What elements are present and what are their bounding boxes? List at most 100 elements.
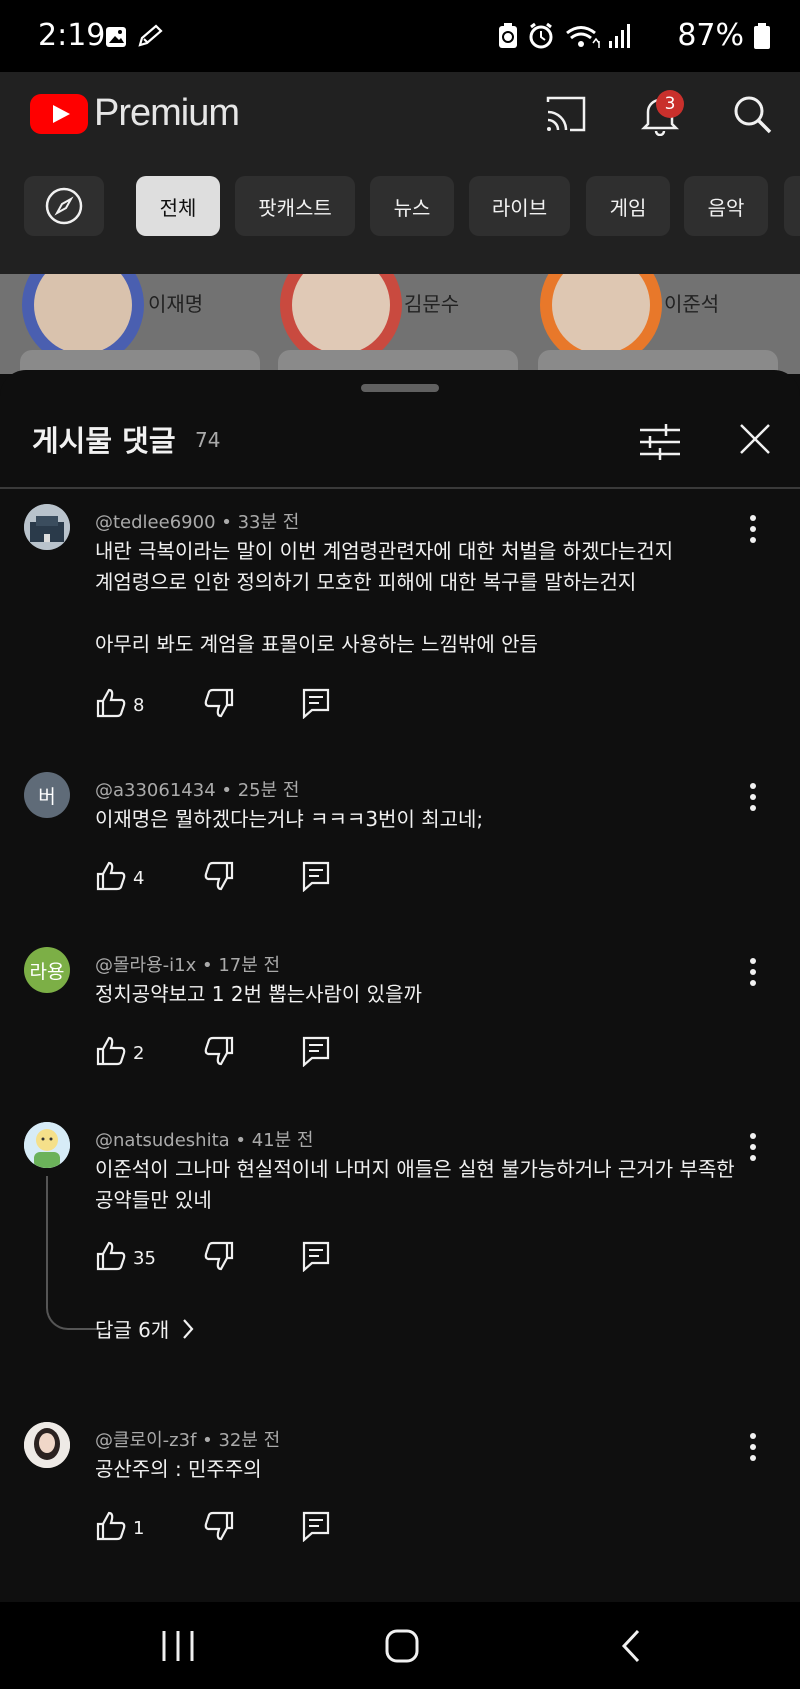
comments-sheet: 게시물 댓글 74 @tedlee6900 • 33분 전 내란 극복이라는 말… [0,370,800,1602]
more-vert-icon[interactable] [745,1130,761,1164]
avatar[interactable]: 버 [24,772,70,818]
signal-icon [609,23,631,48]
more-vert-icon[interactable] [745,1430,761,1464]
pen-icon [138,24,163,47]
chip-music[interactable]: 음악 [684,176,768,236]
comment-text: 이재명은 뭘하겠다는거냐 ㅋㅋㅋ3번이 최고네; [95,807,484,831]
filter-icon[interactable] [638,422,682,462]
like-count: 4 [133,868,145,889]
comment-author[interactable]: @클로이-z3f [95,1430,196,1451]
notification-badge: 3 [656,90,684,118]
compass-icon [45,187,83,225]
comment-text: 공산주의 : 민주주의 [95,1457,262,1481]
comment-meta: @클로이-z3f • 32분 전 [95,1430,281,1451]
comment-actions: 8 [95,687,395,727]
view-replies-button[interactable]: 답글 6개 [95,1314,195,1343]
avatar[interactable]: 라용 [24,947,70,993]
thread-line [46,1176,98,1330]
drag-handle[interactable] [361,384,439,392]
status-right: 87% [497,18,770,53]
thumbs-down-icon[interactable] [203,1510,235,1542]
avatar[interactable] [24,504,70,550]
comment-meta: @tedlee6900 • 33분 전 [95,512,300,533]
chip-podcast[interactable]: 팟캐스트 [235,176,355,236]
thumbs-up-icon[interactable] [95,1510,127,1542]
category-chips: 전체 팟캐스트 뉴스 라이브 게임 음악 [0,162,800,274]
background-post-peek: 이재명 김문수 이준석 [0,274,800,374]
reply-icon[interactable] [300,1035,332,1067]
comment-meta: @natsudeshita • 41분 전 [95,1130,314,1151]
comment-text: 이준석이 그나마 현실적이네 나머지 애들은 실현 불가능하거나 근거가 부족한… [95,1157,735,1212]
header-divider [0,487,800,489]
comment-time: 32분 전 [218,1430,281,1451]
candidate-name: 이준석 [664,292,720,316]
comment-author[interactable]: @a33061434 [95,780,216,801]
comment-author[interactable]: @몰라용-i1x [95,955,196,976]
chip-news[interactable]: 뉴스 [370,176,454,236]
chip-game[interactable]: 게임 [586,176,670,236]
recents-icon[interactable] [160,1628,196,1664]
replies-label: 답글 6개 [95,1318,170,1342]
comment-actions: 1 [95,1510,395,1550]
comment-actions: 2 [95,1035,395,1075]
thumbs-up-icon[interactable] [95,687,127,719]
status-left-icons [100,24,170,54]
like-count: 8 [133,695,145,716]
avatar-image [24,1422,70,1468]
thumbs-down-icon[interactable] [203,1240,235,1272]
avatar-image [24,504,70,550]
battery-percent: 87% [677,18,744,53]
thumbs-down-icon[interactable] [203,860,235,892]
close-icon[interactable] [738,422,772,456]
avatar-image [24,1122,70,1168]
comment-actions: 35 [95,1240,395,1280]
reply-icon[interactable] [300,1510,332,1542]
cast-icon[interactable] [544,92,588,136]
candidate-name: 김문수 [404,292,460,316]
reply-icon[interactable] [300,860,332,892]
more-vert-icon[interactable] [745,955,761,989]
like-count: 35 [133,1248,156,1269]
logo-text: Premium [94,92,240,134]
youtube-premium-logo[interactable]: Premium [30,92,240,135]
thumbs-down-icon[interactable] [203,1035,235,1067]
thumbs-down-icon[interactable] [203,687,235,719]
reply-icon[interactable] [300,1240,332,1272]
chip-all[interactable]: 전체 [136,176,220,236]
home-icon[interactable] [384,1628,420,1664]
comment-time: 33분 전 [237,512,300,533]
more-vert-icon[interactable] [745,780,761,814]
thumbs-up-icon[interactable] [95,1240,127,1272]
thumbs-up-icon[interactable] [95,1035,127,1067]
comment-time: 25분 전 [237,780,300,801]
battery-saver-icon [499,22,518,48]
explore-chip[interactable] [24,176,104,236]
comment-time: 17분 전 [218,955,281,976]
comment-author[interactable]: @tedlee6900 [95,512,216,533]
comment-count: 74 [195,428,221,452]
comment-text: 정치공약보고 1 2번 뽑는사람이 있을까 [95,982,422,1006]
search-icon[interactable] [730,92,774,136]
reply-icon[interactable] [300,687,332,719]
avatar[interactable] [24,1422,70,1468]
thumbs-up-icon[interactable] [95,860,127,892]
comment-time: 41분 전 [251,1130,314,1151]
chevron-right-icon [183,1318,194,1339]
app-bar: Premium [0,72,800,162]
more-vert-icon[interactable] [745,512,761,546]
youtube-logo-icon [30,93,88,134]
like-count: 1 [133,1518,145,1539]
chip-overflow[interactable] [784,176,800,236]
comment-meta: @a33061434 • 25분 전 [95,780,300,801]
status-bar: 2:19 87% [0,0,800,72]
back-icon[interactable] [614,1628,650,1664]
comment-text: 내란 극복이라는 말이 이번 계엄령관련자에 대한 처벌을 하겠다는건지 계엄령… [95,539,674,656]
alarm-icon [529,22,553,48]
gallery-icon [106,27,126,47]
wifi-icon [566,25,601,48]
candidate-name: 이재명 [148,292,204,316]
comment-author[interactable]: @natsudeshita [95,1130,230,1151]
chip-live[interactable]: 라이브 [469,176,570,236]
avatar[interactable] [24,1122,70,1168]
status-time: 2:19 [38,18,106,53]
